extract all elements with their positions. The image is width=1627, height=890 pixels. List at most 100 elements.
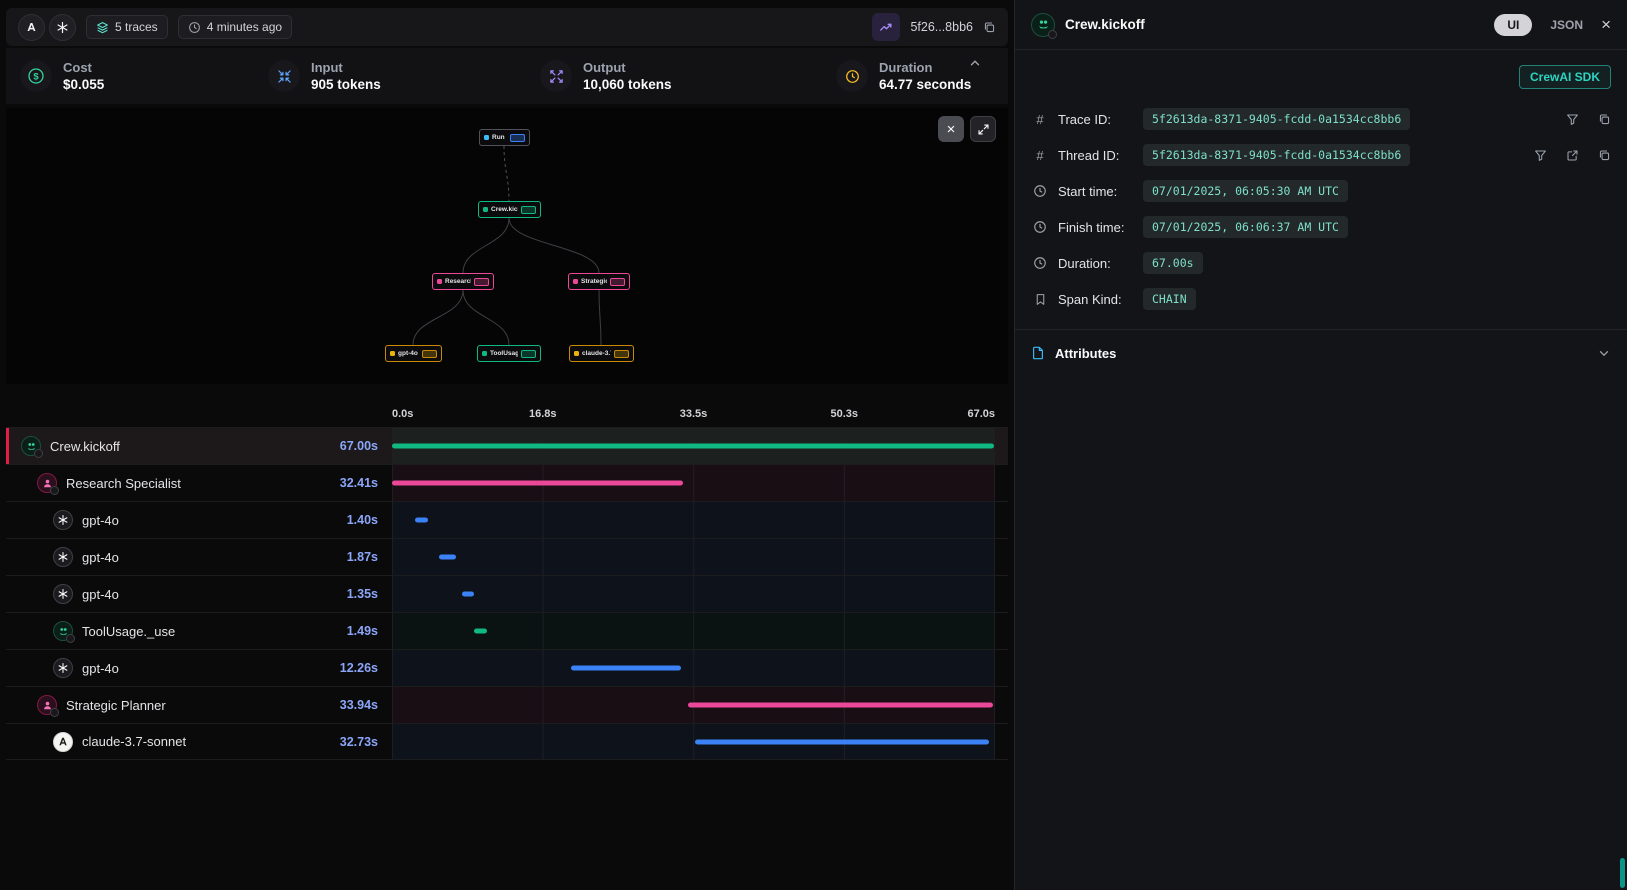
waterfall-row-claude-sonnet[interactable]: claude-3.7-sonnet 32.73s — [6, 723, 1008, 760]
stat-value: 64.77 seconds — [879, 77, 971, 92]
node-duration-chip — [422, 350, 437, 358]
copy-icon[interactable] — [1598, 149, 1611, 162]
node-label: Strategic Planner — [581, 278, 607, 285]
span-bar[interactable] — [462, 592, 474, 597]
sdk-badge-row: CrewAI SDK — [1015, 50, 1627, 99]
waterfall-row-toolusage[interactable]: ToolUsage._use 1.49s — [6, 612, 1008, 649]
waterfall-row-crew-kickoff[interactable]: Crew.kickoff 67.00s — [6, 427, 1008, 464]
traces-count-badge[interactable]: 5 traces — [86, 15, 168, 39]
graph-node-gpt-4o[interactable]: gpt-4o — [385, 345, 442, 362]
span-name: gpt-4o — [82, 587, 119, 602]
span-duration-label: 1.87s — [347, 550, 392, 564]
stat-output: Output10,060 tokens — [540, 60, 836, 92]
collapse-stats-chevron-up-icon[interactable] — [968, 56, 982, 70]
copy-icon[interactable] — [1598, 113, 1611, 126]
axis-tick: 0.0s — [392, 408, 413, 420]
span-bar[interactable] — [415, 518, 428, 523]
node-label: Run — [492, 134, 505, 141]
span-kind-value: CHAIN — [1143, 288, 1196, 310]
detail-title: Crew.kickoff — [1065, 17, 1145, 32]
thread-id-value[interactable]: 5f2613da-8371-9405-fcdd-0a1534cc8bb6 — [1143, 144, 1410, 166]
field-label: Trace ID: — [1058, 112, 1134, 127]
detail-header: Crew.kickoff UI JSON × — [1015, 0, 1627, 50]
scrollbar-thumb[interactable] — [1620, 858, 1625, 888]
node-label: Research Specialist — [445, 278, 471, 285]
graph-node-crew-kickoff[interactable]: Crew.kickoff — [478, 201, 541, 218]
span-name: gpt-4o — [82, 550, 119, 565]
span-bar[interactable] — [439, 555, 456, 560]
field-thread-id: # Thread ID: 5f2613da-8371-9405-fcdd-0a1… — [1031, 137, 1611, 173]
node-duration-chip — [510, 134, 525, 142]
span-bar[interactable] — [392, 481, 683, 486]
span-duration-label: 1.35s — [347, 587, 392, 601]
node-label: gpt-4o — [398, 350, 418, 357]
crewai-sdk-badge[interactable]: CrewAI SDK — [1519, 65, 1611, 89]
node-icon — [390, 351, 395, 356]
span-duration-label: 32.73s — [340, 735, 392, 749]
input-tokens-icon — [268, 60, 300, 92]
node-duration-chip — [521, 206, 536, 214]
trace-stats-strip: $ Cost$0.055 Input905 tokens Output10,06… — [6, 48, 1008, 104]
crewai-icon — [21, 436, 41, 456]
filter-icon[interactable] — [1534, 149, 1547, 162]
span-bar[interactable] — [571, 666, 681, 671]
openai-icon — [53, 547, 73, 567]
stat-label: Output — [583, 60, 672, 75]
span-duration-label: 1.40s — [347, 513, 392, 527]
axis-tick: 50.3s — [830, 408, 858, 420]
node-icon — [574, 351, 579, 356]
axis-tick: 16.8s — [529, 408, 557, 420]
waterfall-row-strategic-planner[interactable]: Strategic Planner 33.94s — [6, 686, 1008, 723]
span-bar[interactable] — [474, 629, 487, 634]
span-waterfall: 0.0s 16.8s 33.5s 50.3s 67.0s Crew.kickof… — [6, 397, 1008, 760]
graph-close-button[interactable]: × — [938, 116, 964, 142]
field-label: Start time: — [1058, 184, 1134, 199]
stat-label: Duration — [879, 60, 971, 75]
clock-icon — [1031, 220, 1049, 234]
waterfall-row-gpt-4o[interactable]: gpt-4o 12.26s — [6, 649, 1008, 686]
trace-main-panel: 5 traces 4 minutes ago 5f26...8bb6 $ — [0, 0, 1014, 890]
span-duration-label: 67.00s — [340, 439, 392, 453]
span-name: Crew.kickoff — [50, 439, 120, 454]
attributes-toggle[interactable]: Attributes — [1031, 330, 1611, 376]
graph-node-claude-sonnet[interactable]: claude-3.7-sonnet — [569, 345, 634, 362]
span-duration-label: 33.94s — [340, 698, 392, 712]
node-duration-chip — [521, 350, 536, 358]
hash-icon: # — [1031, 148, 1049, 163]
waterfall-row-gpt-4o[interactable]: gpt-4o 1.35s — [6, 575, 1008, 612]
instrumentation-badge — [66, 634, 75, 643]
instrumentation-badge — [1048, 30, 1057, 39]
waterfall-row-gpt-4o[interactable]: gpt-4o 1.87s — [6, 538, 1008, 575]
field-label: Duration: — [1058, 256, 1134, 271]
node-duration-chip — [610, 278, 625, 286]
span-duration-label: 1.49s — [347, 624, 392, 638]
copy-trace-id-icon[interactable] — [983, 21, 996, 34]
node-icon — [437, 279, 442, 284]
graph-node-toolusage[interactable]: ToolUsage._use — [477, 345, 541, 362]
stat-value: $0.055 — [63, 77, 104, 92]
tab-json[interactable]: JSON — [1550, 18, 1583, 32]
external-link-icon[interactable] — [1566, 149, 1579, 162]
time-ago-badge: 4 minutes ago — [178, 15, 292, 39]
tab-ui[interactable]: UI — [1494, 14, 1532, 36]
graph-node-strategic-planner[interactable]: Strategic Planner — [568, 273, 630, 290]
span-bar[interactable] — [688, 703, 993, 708]
trace-id-value[interactable]: 5f2613da-8371-9405-fcdd-0a1534cc8bb6 — [1143, 108, 1410, 130]
span-bar[interactable] — [392, 444, 994, 449]
bookmark-icon — [1031, 293, 1049, 306]
waterfall-row-gpt-4o[interactable]: gpt-4o 1.40s — [6, 501, 1008, 538]
graph-node-research-specialist[interactable]: Research Specialist — [432, 273, 494, 290]
node-icon — [573, 279, 578, 284]
filter-icon[interactable] — [1566, 113, 1579, 126]
waterfall-row-research-specialist[interactable]: Research Specialist 32.41s — [6, 464, 1008, 501]
span-bar[interactable] — [695, 739, 989, 744]
clock-icon — [188, 21, 201, 34]
node-icon — [482, 351, 487, 356]
graph-expand-button[interactable] — [970, 116, 996, 142]
field-duration: Duration: 67.00s — [1031, 245, 1611, 281]
chevron-down-icon — [1597, 346, 1611, 360]
graph-node-run[interactable]: Run — [479, 129, 530, 146]
close-panel-icon[interactable]: × — [1601, 16, 1611, 33]
trace-metrics-button[interactable] — [872, 13, 900, 41]
agent-icon — [37, 473, 57, 493]
